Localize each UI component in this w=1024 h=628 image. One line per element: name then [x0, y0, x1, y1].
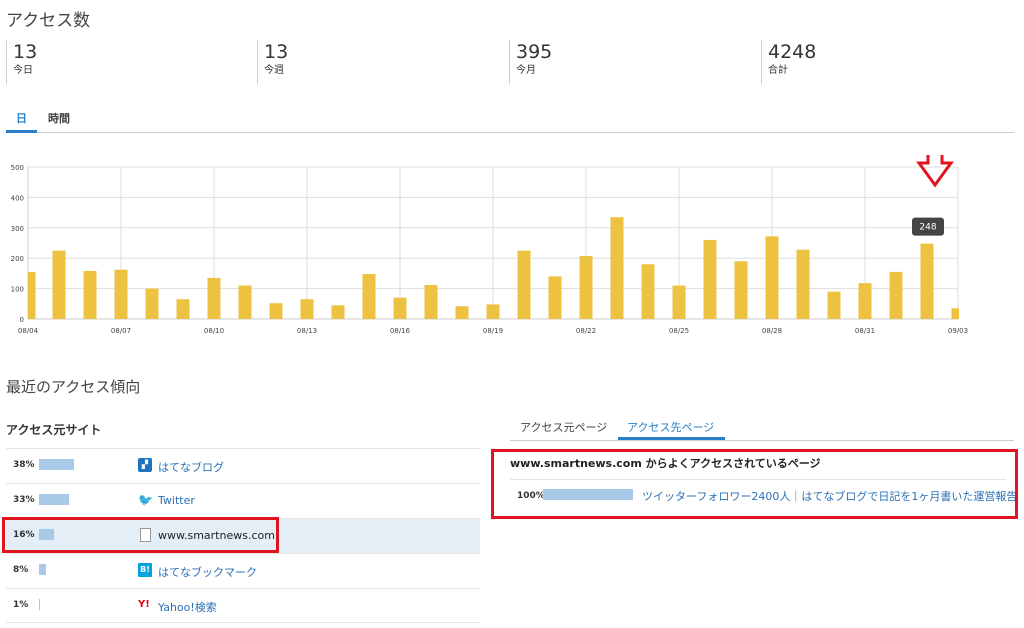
y-tick-label: 100 [11, 286, 24, 294]
source-pct: 38% [13, 460, 35, 470]
chart-bar [455, 306, 469, 319]
active-tab-underline [6, 130, 37, 133]
active-tab-underline [618, 437, 725, 440]
access-chart: 0 100 200 300 400 500 08/04 08/07 08/10 08/13 08/1… [11, 155, 968, 335]
x-tick-label: 08/04 [18, 327, 39, 335]
chart-tabs: 日 時間 [6, 108, 1014, 133]
chart-tooltip-value: 248 [919, 223, 936, 233]
stat-value: 4248 [768, 41, 817, 63]
source-name[interactable]: はてなブックマーク [158, 564, 257, 580]
chart-bar [362, 274, 376, 319]
red-down-arrow-icon [916, 155, 954, 188]
stat-label: 今週 [264, 65, 284, 76]
stat-label: 今月 [516, 65, 536, 76]
stat-value: 13 [13, 41, 38, 63]
tab-hour[interactable]: 時間 [48, 110, 70, 126]
stat-value: 395 [516, 41, 553, 63]
source-pct: 8% [13, 565, 29, 575]
highlight-box-dest [491, 449, 1018, 519]
source-name[interactable]: Twitter [158, 494, 195, 507]
source-row-yahoo[interactable]: 1% Y! Yahoo!検索 [6, 588, 480, 623]
chart-bar [486, 304, 500, 319]
stats-row: 13 今日 13 今週 395 今月 4248 合計 [6, 40, 1014, 84]
y-tick-label: 0 [20, 316, 24, 324]
x-tick-label: 08/31 [855, 327, 875, 335]
x-tick-label: 09/03 [948, 327, 968, 335]
source-bar [39, 459, 74, 470]
chart-bar [796, 249, 810, 319]
chart-bar [703, 239, 717, 319]
x-tick-label: 08/16 [390, 327, 411, 335]
chart-bar [734, 261, 748, 319]
chart-bar [300, 299, 314, 319]
hatena-bookmark-icon: B! [138, 563, 152, 577]
x-tick-label: 08/22 [576, 327, 596, 335]
chart-bar [207, 277, 221, 319]
tab-day[interactable]: 日 [16, 110, 27, 126]
stat-label: 今日 [13, 65, 33, 76]
stat-week: 13 今週 [257, 40, 288, 84]
x-tick-label: 08/07 [111, 327, 131, 335]
page-tabs: アクセス元ページ アクセス先ページ [510, 413, 1014, 441]
chart-bar [827, 291, 841, 319]
source-bar [39, 494, 69, 505]
highlight-box-source [2, 517, 279, 553]
yahoo-icon: Y! [138, 599, 150, 610]
tab-source-page[interactable]: アクセス元ページ [520, 419, 607, 435]
x-tick-label: 08/10 [204, 327, 224, 335]
stat-today: 13 今日 [6, 40, 37, 84]
x-tick-label: 08/25 [669, 327, 689, 335]
page-title: アクセス数 [6, 11, 91, 31]
chart-bar [765, 236, 779, 319]
stat-month: 395 今月 [509, 40, 552, 84]
source-pct: 1% [13, 600, 29, 610]
twitter-icon: 🐦 [138, 493, 153, 507]
chart-bar [641, 264, 655, 319]
chart-bar [548, 276, 562, 319]
x-tick-label: 08/13 [297, 327, 317, 335]
stat-value: 13 [264, 41, 289, 63]
chart-bar [238, 285, 252, 319]
chart-bar [269, 303, 283, 319]
tab-dest-page[interactable]: アクセス先ページ [627, 419, 714, 435]
y-tick-label: 200 [11, 255, 24, 263]
x-tick-label: 08/19 [483, 327, 503, 335]
chart-bar [176, 299, 190, 319]
source-bar [39, 564, 46, 575]
chart-bar [114, 269, 128, 319]
chart-bar [610, 217, 624, 319]
chart-bar [579, 256, 593, 319]
chart-bar [889, 271, 903, 319]
source-row-twitter[interactable]: 33% 🐦 Twitter [6, 483, 480, 518]
chart-bar [424, 284, 438, 319]
chart-bar [951, 308, 959, 319]
source-bar [39, 599, 40, 610]
chart-bar [858, 283, 872, 319]
chart-bar [145, 288, 159, 319]
chart-bar [920, 243, 934, 319]
chart-bar [672, 285, 686, 319]
chart-bar [52, 250, 66, 319]
y-tick-label: 500 [11, 164, 24, 172]
chart-bar [331, 305, 345, 319]
stat-label: 合計 [768, 65, 788, 76]
chart-bar [83, 270, 97, 319]
chart-bar [28, 271, 36, 319]
source-row-hatena-blog[interactable]: 38% ▞ はてなブログ [6, 448, 480, 483]
y-tick-label: 400 [11, 194, 24, 202]
source-name[interactable]: はてなブログ [158, 459, 224, 475]
chart-bar [393, 297, 407, 319]
chart-bar [517, 250, 531, 319]
stat-total: 4248 合計 [761, 40, 816, 84]
source-row-hatena-bookmark[interactable]: 8% B! はてなブックマーク [6, 553, 480, 588]
sources-title: アクセス元サイト [6, 423, 102, 437]
hatena-blog-icon: ▞ [138, 458, 152, 472]
x-tick-label: 08/28 [762, 327, 782, 335]
trends-title: 最近のアクセス傾向 [6, 378, 141, 396]
source-pct: 33% [13, 495, 35, 505]
y-tick-label: 300 [11, 225, 24, 233]
source-name[interactable]: Yahoo!検索 [158, 599, 217, 615]
